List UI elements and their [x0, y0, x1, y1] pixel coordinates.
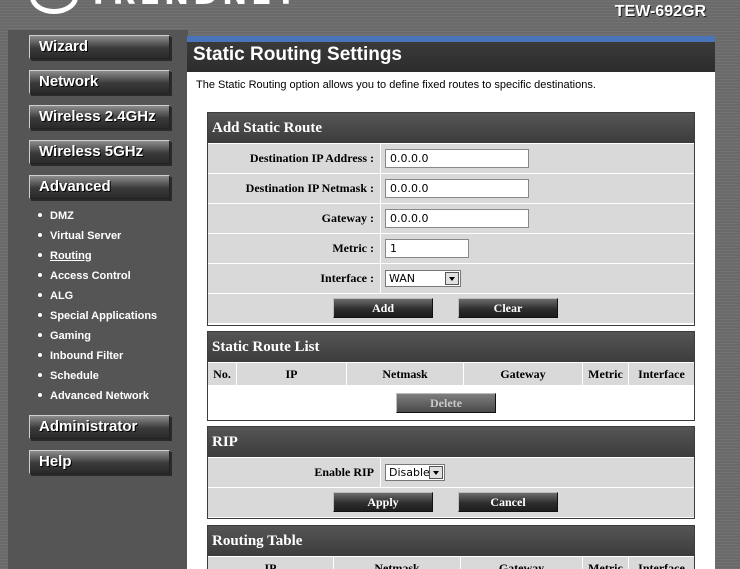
- enable-rip-label: Enable RIP: [208, 458, 380, 487]
- enable-rip-cell: Disable: [381, 458, 694, 487]
- subnav-dmz[interactable]: DMZ: [38, 206, 186, 226]
- rip-heading: RIP: [208, 427, 694, 457]
- main-content: Static Routing Settings The Static Routi…: [187, 36, 715, 569]
- bullet-icon: [38, 213, 42, 218]
- apply-button[interactable]: Apply: [333, 492, 433, 512]
- dest-ip-cell: [381, 144, 694, 173]
- interface-cell: WAN: [381, 264, 694, 293]
- metric-label: Metric :: [208, 234, 380, 263]
- clear-button[interactable]: Clear: [458, 298, 558, 318]
- subnav-special-applications[interactable]: Special Applications: [38, 306, 186, 326]
- metric-cell: [381, 234, 694, 263]
- col-no: No.: [208, 363, 237, 385]
- col-metric: Metric: [583, 363, 629, 385]
- bullet-icon: [38, 253, 42, 258]
- add-static-route-heading: Add Static Route: [208, 113, 694, 143]
- trendnet-logo: TRENDNET: [30, 0, 296, 18]
- nav-wizard[interactable]: Wizard: [29, 35, 170, 59]
- gateway-label: Gateway :: [208, 204, 380, 233]
- chevron-down-icon: [429, 466, 443, 479]
- logo-text: TRENDNET: [88, 0, 300, 12]
- subnav-alg[interactable]: ALG: [38, 286, 186, 306]
- metric-row: Metric :: [208, 234, 694, 264]
- title-bar: Static Routing Settings: [187, 36, 715, 72]
- subnav-schedule[interactable]: Schedule: [38, 366, 186, 386]
- gateway-cell: [381, 204, 694, 233]
- rip-panel: RIP Enable RIP Disable Apply Cancel: [207, 426, 695, 519]
- col-netmask: Netmask: [334, 557, 461, 569]
- delete-button[interactable]: Delete: [396, 393, 496, 413]
- netmask-label: Destination IP Netmask :: [208, 174, 380, 203]
- nav-help[interactable]: Help: [29, 450, 170, 474]
- routing-table-header: IP Netmask Gateway Metric Interface: [208, 557, 694, 569]
- interface-row: Interface : WAN: [208, 264, 694, 294]
- subnav-access-control[interactable]: Access Control: [38, 266, 186, 286]
- subnav-inbound-filter[interactable]: Inbound Filter: [38, 346, 186, 366]
- bullet-icon: [38, 273, 42, 278]
- col-interface: Interface: [629, 557, 694, 569]
- model-name: TEW-692GR: [614, 3, 706, 20]
- nav-network[interactable]: Network: [29, 70, 170, 94]
- bullet-icon: [38, 333, 42, 338]
- dest-ip-row: Destination IP Address :: [208, 144, 694, 174]
- netmask-input[interactable]: [385, 179, 529, 198]
- add-button-strip: Add Clear: [208, 294, 694, 323]
- enable-rip-select[interactable]: Disable: [385, 464, 445, 481]
- nav-advanced[interactable]: Advanced: [29, 175, 170, 199]
- bullet-icon: [38, 313, 42, 318]
- add-static-route-panel: Add Static Route Destination IP Address …: [207, 112, 695, 326]
- interface-select-value: WAN: [389, 272, 416, 285]
- netmask-cell: [381, 174, 694, 203]
- bullet-icon: [38, 233, 42, 238]
- enable-rip-row: Enable RIP Disable: [208, 458, 694, 488]
- col-metric: Metric: [583, 557, 629, 569]
- header: TRENDNET TEW-692GR: [0, 0, 740, 30]
- logo-swirl-icon: [30, 0, 78, 14]
- nav-wireless-24ghz[interactable]: Wireless 2.4GHz: [29, 105, 170, 129]
- col-ip: IP: [208, 557, 334, 569]
- sidebar: Wizard Network Wireless 2.4GHz Wireless …: [0, 30, 186, 569]
- static-route-list-heading: Static Route List: [208, 332, 694, 362]
- add-button[interactable]: Add: [333, 298, 433, 318]
- col-gateway: Gateway: [464, 363, 583, 385]
- subnav-gaming[interactable]: Gaming: [38, 326, 186, 346]
- gateway-input[interactable]: [385, 209, 529, 228]
- metric-input[interactable]: [385, 239, 469, 258]
- routing-table-heading: Routing Table: [208, 526, 694, 556]
- static-route-list-panel: Static Route List No. IP Netmask Gateway…: [207, 331, 695, 421]
- bullet-icon: [38, 293, 42, 298]
- page-title: Static Routing Settings: [193, 44, 402, 65]
- dest-ip-label: Destination IP Address :: [208, 144, 380, 173]
- interface-label: Interface :: [208, 264, 380, 293]
- route-list-header: No. IP Netmask Gateway Metric Interface: [208, 363, 694, 385]
- netmask-row: Destination IP Netmask :: [208, 174, 694, 204]
- col-ip: IP: [237, 363, 347, 385]
- routing-table-panel: Routing Table IP Netmask Gateway Metric …: [207, 525, 695, 569]
- bullet-icon: [38, 373, 42, 378]
- bullet-icon: [38, 393, 42, 398]
- nav-wireless-5ghz[interactable]: Wireless 5GHz: [29, 140, 170, 164]
- bullet-icon: [38, 353, 42, 358]
- router-admin-page: TRENDNET TEW-692GR Wizard Network Wirele…: [0, 0, 740, 569]
- page-description: The Static Routing option allows you to …: [196, 79, 596, 91]
- advanced-subnav: DMZ Virtual Server Routing Access Contro…: [38, 206, 186, 406]
- rip-button-strip: Apply Cancel: [208, 488, 694, 517]
- gateway-row: Gateway :: [208, 204, 694, 234]
- col-netmask: Netmask: [347, 363, 464, 385]
- enable-rip-select-value: Disable: [389, 466, 430, 479]
- interface-select[interactable]: WAN: [385, 270, 461, 287]
- col-interface: Interface: [629, 363, 694, 385]
- subnav-virtual-server[interactable]: Virtual Server: [38, 226, 186, 246]
- nav-administrator[interactable]: Administrator: [29, 415, 170, 439]
- subnav-advanced-network[interactable]: Advanced Network: [38, 386, 186, 406]
- subnav-routing[interactable]: Routing: [38, 246, 186, 266]
- dest-ip-input[interactable]: [385, 149, 529, 168]
- cancel-button[interactable]: Cancel: [458, 492, 558, 512]
- chevron-down-icon: [445, 272, 459, 285]
- col-gateway: Gateway: [461, 557, 583, 569]
